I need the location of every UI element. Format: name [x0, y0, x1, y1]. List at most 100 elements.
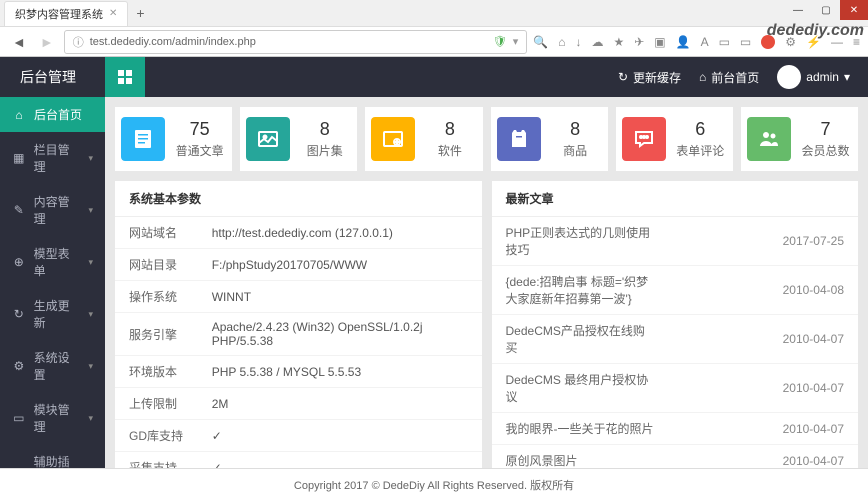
sidebar-item-label: 后台首页 [34, 106, 82, 123]
chevron-down-icon: ▾ [88, 153, 93, 164]
user-menu[interactable]: admin ▾ [777, 65, 850, 89]
grid-toggle-button[interactable] [105, 57, 145, 97]
home-icon[interactable]: ⌂ [558, 35, 565, 49]
param-value: 2M [198, 388, 482, 420]
home-icon: ⌂ [699, 70, 706, 84]
shield-icon[interactable]: 🛡 [493, 35, 507, 48]
sidebar-item-label: 栏目管理 [34, 141, 81, 175]
sidebar-item-label: 模型表单 [34, 245, 81, 279]
sidebar-item-label: 模块管理 [34, 401, 81, 435]
card-label: 会员总数 [799, 142, 852, 159]
browser-tab-bar: 织梦内容管理系统 ✕ + — ▢ ✕ dedediy.com [0, 0, 868, 26]
close-window-button[interactable]: ✕ [840, 0, 868, 20]
param-key: 服务引擎 [115, 313, 198, 356]
stat-card[interactable]: 75普通文章 [115, 107, 232, 171]
card-icon [747, 117, 791, 161]
table-row: 环境版本PHP 5.5.38 / MYSQL 5.5.53 [115, 356, 482, 388]
param-key: 网站目录 [115, 249, 198, 281]
search-icon[interactable]: 🔍 [533, 35, 548, 49]
cloud-icon[interactable]: ☁ [591, 35, 603, 49]
sidebar-item[interactable]: ▭辅助插件▾ [0, 444, 105, 468]
card-number: 6 [674, 119, 727, 140]
card-label: 表单评论 [674, 142, 727, 159]
article-date: 2017-07-25 [668, 217, 858, 266]
tab-title: 织梦内容管理系统 [15, 6, 103, 22]
article-date: 2010-04-07 [668, 445, 858, 469]
maximize-button[interactable]: ▢ [812, 0, 840, 20]
chevron-down-icon: ▾ [88, 205, 93, 216]
param-key: 网站域名 [115, 217, 198, 249]
param-key: 上传限制 [115, 388, 198, 420]
download-icon[interactable]: ↓ [575, 35, 581, 49]
refresh-cache-link[interactable]: ↻ 更新缓存 [618, 69, 681, 86]
sidebar-item[interactable]: ▭模块管理▾ [0, 392, 105, 444]
param-value: Apache/2.4.23 (Win32) OpenSSL/1.0.2j PHP… [198, 313, 482, 356]
param-key: 操作系统 [115, 281, 198, 313]
table-row: 网站域名http://test.dedediy.com (127.0.0.1) [115, 217, 482, 249]
article-title: 原创风景图片 [492, 445, 668, 469]
stat-card[interactable]: 8图片集 [240, 107, 357, 171]
table-row[interactable]: 原创风景图片2010-04-07 [492, 445, 859, 469]
table-row: 服务引擎Apache/2.4.23 (Win32) OpenSSL/1.0.2j… [115, 313, 482, 356]
table-row[interactable]: PHP正则表达式的几则使用技巧2017-07-25 [492, 217, 859, 266]
sidebar: ⌂后台首页▦栏目管理▾✎内容管理▾⊕模型表单▾↻生成更新▾⚙系统设置▾▭模块管理… [0, 97, 105, 468]
card-icon [121, 117, 165, 161]
menu-icon: ▭ [12, 411, 26, 425]
minimize-button[interactable]: — [784, 0, 812, 20]
sidebar-item[interactable]: ⌂后台首页 [0, 97, 105, 132]
param-value: PHP 5.5.38 / MYSQL 5.5.53 [198, 356, 482, 388]
url-input[interactable]: ⓘ test.dedediy.com/admin/index.php 🛡 ▾ [64, 30, 528, 54]
back-button[interactable]: ◄ [8, 34, 30, 50]
stat-card[interactable]: 8商品 [491, 107, 608, 171]
menu-icon: ✎ [12, 203, 26, 217]
reader-icon[interactable]: ▭ [719, 35, 730, 49]
forward-button[interactable]: ► [36, 34, 58, 50]
table-row[interactable]: DedeCMS 最终用户授权协议2010-04-07 [492, 364, 859, 413]
article-date: 2010-04-07 [668, 315, 858, 364]
card-number: 8 [423, 119, 476, 140]
param-key: GD库支持 [115, 420, 198, 452]
watermark: dedediy.com [767, 22, 864, 40]
browser-tab[interactable]: 织梦内容管理系统 ✕ [4, 1, 128, 26]
panel-title: 系统基本参数 [115, 181, 482, 217]
card-icon [622, 117, 666, 161]
sidebar-item[interactable]: ↻生成更新▾ [0, 288, 105, 340]
translate-icon[interactable]: A [701, 35, 709, 49]
stat-card[interactable]: 6 表单评论 [616, 107, 733, 171]
card-label: 普通文章 [173, 142, 226, 159]
info-icon: ⓘ [73, 34, 84, 50]
frontend-home-link[interactable]: ⌂ 前台首页 [699, 69, 759, 86]
table-row: GD库支持✓ [115, 420, 482, 452]
article-date: 2010-04-07 [668, 413, 858, 445]
param-key: 采集支持 [115, 452, 198, 469]
table-row: 上传限制2M [115, 388, 482, 420]
stat-card[interactable]: 8软件 [365, 107, 482, 171]
table-row[interactable]: {dede:招聘启事 标题='织梦大家庭新年招募第一波'}2010-04-08 [492, 266, 859, 315]
article-title: DedeCMS 最终用户授权协议 [492, 364, 668, 413]
sidebar-item[interactable]: ▦栏目管理▾ [0, 132, 105, 184]
sidebar-item[interactable]: ⊕模型表单▾ [0, 236, 105, 288]
new-tab-button[interactable]: + [128, 1, 152, 25]
devtools-icon[interactable]: ▭ [740, 35, 751, 49]
table-row: 采集支持✓ [115, 452, 482, 469]
system-info-panel: 系统基本参数 网站域名http://test.dedediy.com (127.… [115, 181, 482, 468]
close-icon[interactable]: ✕ [109, 8, 117, 19]
app-logo: 后台管理 [0, 67, 105, 87]
chevron-down-icon[interactable]: ▾ [513, 35, 519, 48]
screenshot-icon[interactable]: ▣ [654, 35, 665, 49]
sidebar-item[interactable]: ✎内容管理▾ [0, 184, 105, 236]
article-date: 2010-04-07 [668, 364, 858, 413]
stat-card[interactable]: 7会员总数 [741, 107, 858, 171]
bookmark-icon[interactable]: ★ [613, 35, 624, 49]
send-icon[interactable]: ✈ [634, 35, 644, 49]
param-value: WINNT [198, 281, 482, 313]
latest-articles-panel: 最新文章 PHP正则表达式的几则使用技巧2017-07-25{dede:招聘启事… [492, 181, 859, 468]
table-row: 网站目录F:/phpStudy20170705/WWW [115, 249, 482, 281]
table-row[interactable]: 我的眼界-一些关于花的照片2010-04-07 [492, 413, 859, 445]
account-icon[interactable]: 👤 [676, 35, 691, 49]
table-row[interactable]: DedeCMS产品授权在线购买2010-04-07 [492, 315, 859, 364]
sidebar-item[interactable]: ⚙系统设置▾ [0, 340, 105, 392]
card-icon [246, 117, 290, 161]
card-label: 图片集 [298, 142, 351, 159]
url-text: test.dedediy.com/admin/index.php [90, 36, 256, 48]
